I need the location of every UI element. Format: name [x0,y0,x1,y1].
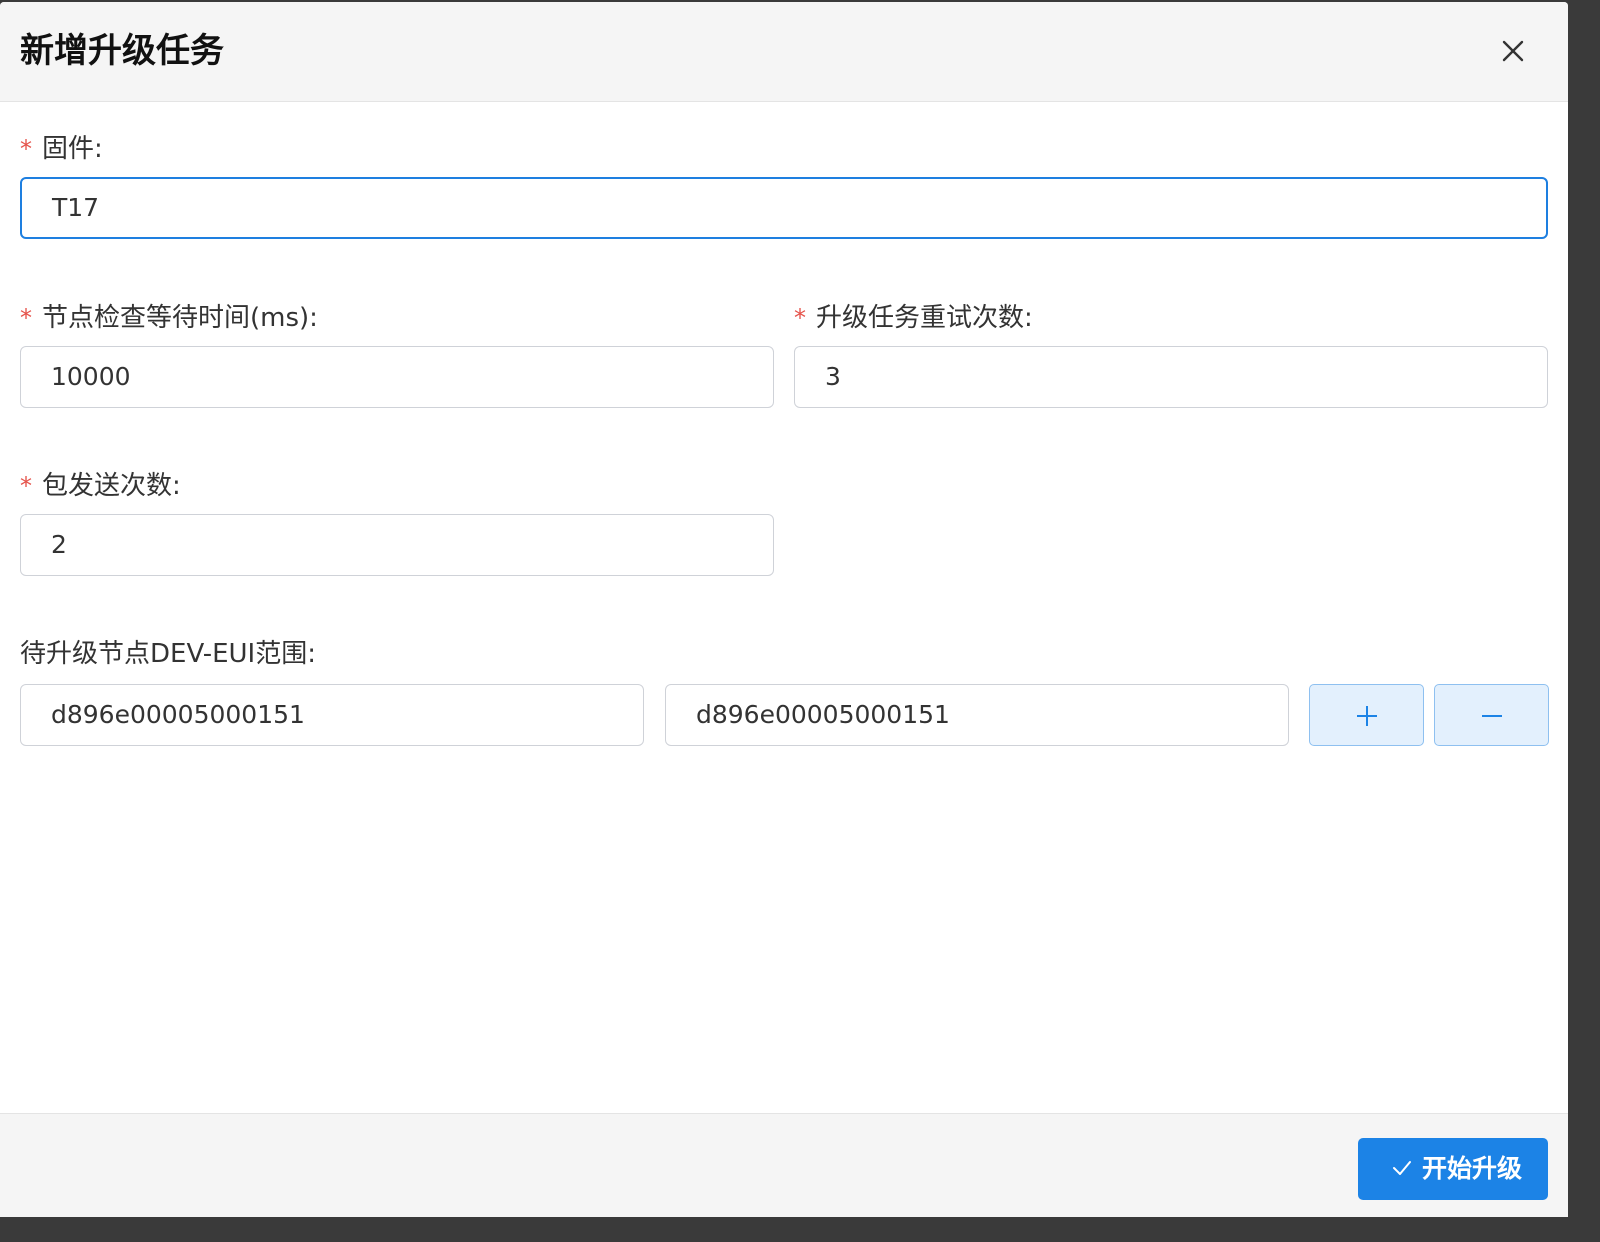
start-upgrade-label: 开始升级 [1422,1154,1523,1183]
dev-eui-start-value: d896e00005000151 [51,700,305,729]
required-mark: * [794,304,806,332]
required-mark: * [20,135,32,163]
node-check-wait-input[interactable]: 10000 [20,346,774,408]
node-check-wait-label: * 节点检查等待时间(ms): [20,303,318,333]
close-button[interactable] [1494,32,1532,70]
node-check-wait-value: 10000 [51,362,131,391]
add-range-button[interactable] [1309,684,1424,746]
packet-send-count-value: 2 [51,530,67,559]
dev-eui-range-label: 待升级节点DEV-EUI范围: [20,639,316,669]
dev-eui-end-input[interactable]: d896e00005000151 [665,684,1289,746]
dev-eui-end-value: d896e00005000151 [696,700,950,729]
dialog-title: 新增升级任务 [20,31,224,71]
firmware-value: T17 [52,193,100,222]
dialog-footer: 开始升级 [0,1113,1568,1217]
start-upgrade-button[interactable]: 开始升级 [1358,1138,1548,1200]
task-retry-count-value: 3 [825,362,841,391]
packet-send-count-input[interactable]: 2 [20,514,774,576]
dialog-header: 新增升级任务 [0,2,1568,102]
required-mark: * [20,304,32,332]
firmware-label: * 固件: [20,134,103,164]
plus-icon [1357,706,1377,726]
check-icon [1393,1161,1411,1175]
remove-range-button[interactable] [1434,684,1549,746]
upgrade-task-dialog: 新增升级任务 * 固件: T17 * 节点检查等待时间(ms): 10000 * 升级… [0,2,1568,1217]
task-retry-count-label: * 升级任务重试次数: [794,303,1033,333]
firmware-input[interactable]: T17 [20,177,1548,239]
required-mark: * [20,472,32,500]
close-icon [1502,40,1524,62]
packet-send-count-label: * 包发送次数: [20,471,181,501]
dev-eui-start-input[interactable]: d896e00005000151 [20,684,644,746]
task-retry-count-input[interactable]: 3 [794,346,1548,408]
minus-icon [1482,715,1502,717]
